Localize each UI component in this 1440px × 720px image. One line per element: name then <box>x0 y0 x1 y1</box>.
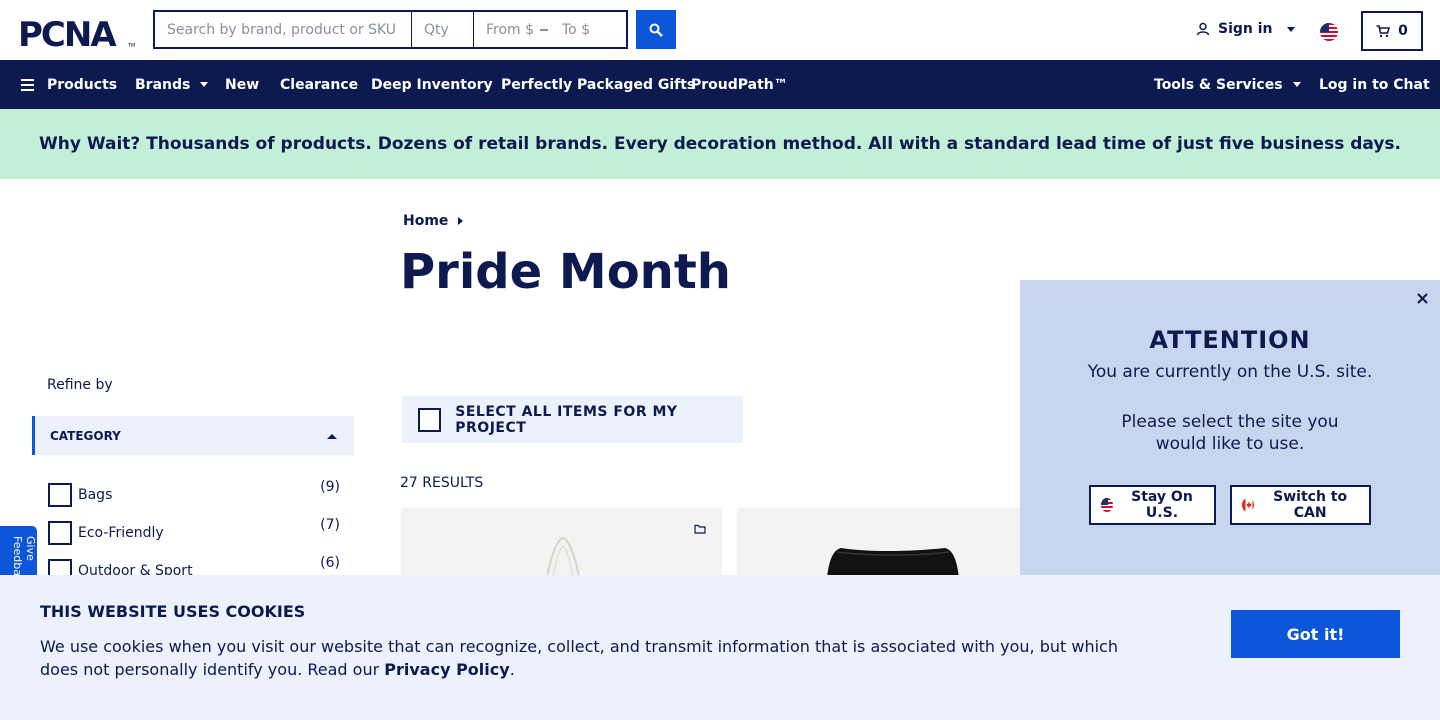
folder-icon[interactable] <box>694 524 706 534</box>
price-from-input[interactable] <box>486 21 538 38</box>
modal-title: ATTENTION <box>1149 326 1311 354</box>
filter-label: Eco-Friendly <box>78 525 164 541</box>
nav-proudpath[interactable]: ProudPath™ <box>691 60 788 109</box>
nav-tools-services-label: Tools & Services <box>1154 76 1283 93</box>
chevron-down-icon <box>1292 82 1301 87</box>
pcna-logo[interactable]: PCNA TM <box>18 15 136 55</box>
hamburger-icon <box>21 78 34 91</box>
us-flag-icon <box>1101 498 1113 512</box>
cookie-title: THIS WEBSITE USES COOKIES <box>40 602 306 621</box>
nav-products[interactable]: Products <box>21 60 117 109</box>
filter-label: Bags <box>78 487 113 503</box>
filter-checkbox[interactable] <box>48 521 72 545</box>
chevron-down-icon <box>200 82 209 87</box>
nav-packaged-gifts-label: Perfectly Packaged Gifts <box>501 76 696 93</box>
promo-text: Why Wait? Thousands of products. Dozens … <box>38 134 1402 154</box>
main-nav: Products Brands New Clearance Deep Inven… <box>0 60 1440 109</box>
stay-on-us-button[interactable]: Stay On U.S. <box>1089 485 1216 525</box>
search-button[interactable] <box>636 10 676 49</box>
breadcrumb-home[interactable]: Home <box>403 213 448 229</box>
select-all-label: SELECT ALL ITEMS FOR MY PROJECT <box>455 403 678 436</box>
close-button[interactable] <box>1414 290 1430 306</box>
stay-on-us-label: Stay On U.S. <box>1131 489 1193 521</box>
canada-flag-icon <box>1242 498 1255 512</box>
nav-tools-services[interactable]: Tools & Services <box>1154 60 1301 109</box>
nav-clearance[interactable]: Clearance <box>280 60 358 109</box>
filter-checkbox[interactable] <box>48 483 72 507</box>
search-icon <box>649 23 663 37</box>
nav-new[interactable]: New <box>225 60 259 109</box>
price-range-dash <box>540 28 548 31</box>
category-label: CATEGORY <box>50 428 121 443</box>
filter-count: (9) <box>320 479 340 495</box>
modal-current-site-text: You are currently on the U.S. site. <box>1087 362 1373 382</box>
results-count: 27 RESULTS <box>400 475 484 491</box>
select-all-checkbox[interactable] <box>418 407 442 432</box>
filter-item-bags[interactable]: Bags (9) <box>48 479 340 507</box>
us-flag-icon[interactable] <box>1320 23 1338 41</box>
search-input[interactable] <box>153 10 411 49</box>
switch-to-can-label: Switch to CAN <box>1273 489 1348 521</box>
breadcrumb: Home <box>403 213 464 229</box>
refine-label: Refine by <box>47 377 113 393</box>
price-to-input[interactable] <box>562 21 614 38</box>
cookie-body: We use cookies when you visit our websit… <box>40 637 1118 679</box>
nav-proudpath-label: ProudPath™ <box>691 76 788 93</box>
nav-products-label: Products <box>47 76 118 93</box>
filter-item-eco-friendly[interactable]: Eco-Friendly (7) <box>48 517 340 545</box>
price-range <box>473 10 628 49</box>
filter-count: (6) <box>320 555 340 571</box>
nav-brands-label: Brands <box>135 76 191 93</box>
cookie-banner: THIS WEBSITE USES COOKIES We use cookies… <box>0 575 1440 720</box>
select-all-button[interactable]: SELECT ALL ITEMS FOR MY PROJECT <box>402 396 743 443</box>
nav-new-label: New <box>225 76 260 93</box>
site-chooser-modal: ATTENTION You are currently on the U.S. … <box>1020 280 1440 580</box>
sign-in-button[interactable]: Sign in <box>1196 21 1295 37</box>
page-title: Pride Month <box>400 244 731 300</box>
nav-brands[interactable]: Brands <box>135 60 209 109</box>
chevron-up-icon <box>327 434 337 439</box>
category-filter-header[interactable]: CATEGORY <box>32 416 354 455</box>
sign-in-label: Sign in <box>1218 21 1273 37</box>
search-bar <box>153 10 628 49</box>
nav-deep-inventory[interactable]: Deep Inventory <box>371 60 493 109</box>
accept-cookies-button[interactable]: Got it! <box>1231 610 1400 658</box>
nav-chat-login[interactable]: Log in to Chat <box>1319 60 1430 109</box>
cart-count: 0 <box>1398 23 1408 39</box>
qty-input[interactable] <box>411 10 473 49</box>
nav-packaged-gifts[interactable]: Perfectly Packaged Gifts <box>501 60 695 109</box>
svg-text:TM: TM <box>127 43 135 48</box>
cookie-text: We use cookies when you visit our websit… <box>40 635 1130 681</box>
logo-text: PCNA <box>18 16 117 48</box>
cart-icon <box>1376 24 1391 37</box>
nav-clearance-label: Clearance <box>280 76 359 93</box>
chevron-down-icon <box>1286 26 1295 32</box>
top-bar: PCNA TM Sign in <box>0 0 1440 60</box>
close-icon <box>1416 292 1428 304</box>
cookie-tail: . <box>509 660 515 679</box>
switch-to-can-button[interactable]: Switch to CAN <box>1230 485 1371 525</box>
cart-button[interactable]: 0 <box>1361 11 1423 51</box>
modal-instruction-text: Please select the site you would like to… <box>1121 412 1339 454</box>
user-icon <box>1196 22 1210 36</box>
nav-deep-inventory-label: Deep Inventory <box>371 76 493 93</box>
promo-banner: Why Wait? Thousands of products. Dozens … <box>0 109 1440 179</box>
filter-count: (7) <box>320 517 340 533</box>
nav-chat-login-label: Log in to Chat <box>1319 76 1430 93</box>
chevron-right-icon <box>458 217 464 225</box>
privacy-policy-link[interactable]: Privacy Policy <box>384 660 509 679</box>
